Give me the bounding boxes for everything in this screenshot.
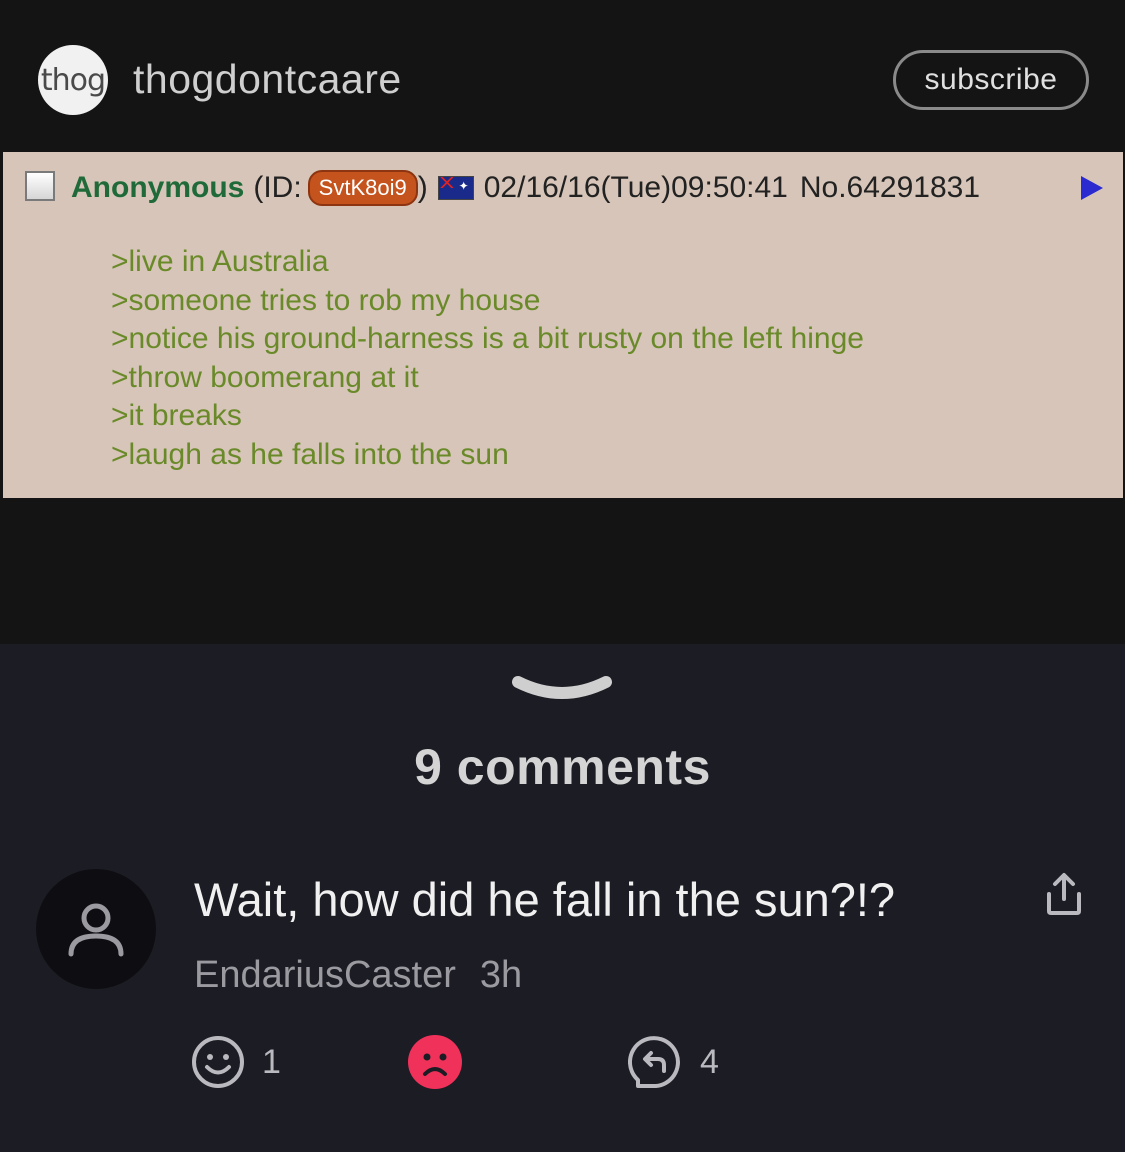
post-header: Anonymous (ID: SvtK8oi9 ) 02/16/16(Tue)0… [71, 170, 980, 206]
poster-id-prefix: (ID: [253, 171, 302, 204]
greentext-line: >someone tries to rob my house [111, 283, 541, 317]
comment-time: 3h [479, 954, 523, 996]
greentext-line: >throw boomerang at it [111, 360, 419, 394]
checkbox-icon [25, 171, 55, 201]
greentext-line: >laugh as he falls into the sun [111, 437, 509, 471]
greentext-line: >it breaks [111, 399, 242, 432]
user-icon [68, 903, 124, 957]
sad-icon [408, 1035, 462, 1089]
subscribe-button[interactable]: subscribe [893, 50, 1089, 110]
smile-icon [192, 1036, 244, 1088]
greentext-line: >live in Australia [111, 245, 329, 278]
comment-meta: EndariusCaster 3h [194, 954, 522, 997]
reply-icon [628, 1036, 680, 1088]
poster-name: Anonymous [71, 171, 245, 204]
flag-icon [437, 176, 474, 200]
share-icon[interactable] [1044, 872, 1084, 916]
channel-avatar[interactable]: thog [38, 45, 108, 115]
post-media: Anonymous (ID: SvtK8oi9 ) 02/16/16(Tue)0… [0, 152, 1125, 644]
chevron-down-icon[interactable] [510, 674, 614, 710]
like-count: 1 [262, 1042, 281, 1081]
post-datetime: 02/16/16(Tue)09:50:41 [483, 171, 788, 204]
post-image: Anonymous (ID: SvtK8oi9 ) 02/16/16(Tue)0… [3, 152, 1123, 498]
poster-id-suffix: ) [417, 171, 428, 204]
post-number: No.64291831 [799, 171, 981, 204]
reply-count: 4 [700, 1042, 719, 1081]
comment-author[interactable]: EndariusCaster [194, 954, 456, 996]
dislike-button[interactable] [407, 1034, 463, 1090]
channel-header: thog thogdontcaare subscribe [0, 0, 1125, 152]
comments-sheet: 9 comments Wait, how did he fall in the … [0, 644, 1125, 1152]
comment-text: Wait, how did he fall in the sun?!? [194, 873, 896, 926]
greentext-line: >notice his ground-harness is a bit rust… [111, 322, 864, 355]
user-avatar[interactable] [36, 869, 156, 989]
poster-id-wrap: (ID: SvtK8oi9 ) [253, 170, 428, 206]
greentext-list: >live in Australia >someone tries to rob… [111, 243, 864, 474]
like-button[interactable]: 1 [190, 1034, 281, 1090]
channel-name[interactable]: thogdontcaare [133, 56, 402, 103]
reply-button[interactable]: 4 [628, 1034, 719, 1090]
arrow-icon [1081, 176, 1103, 200]
poster-id: SvtK8oi9 [307, 170, 418, 206]
comment-count: 9 comments [414, 739, 711, 795]
